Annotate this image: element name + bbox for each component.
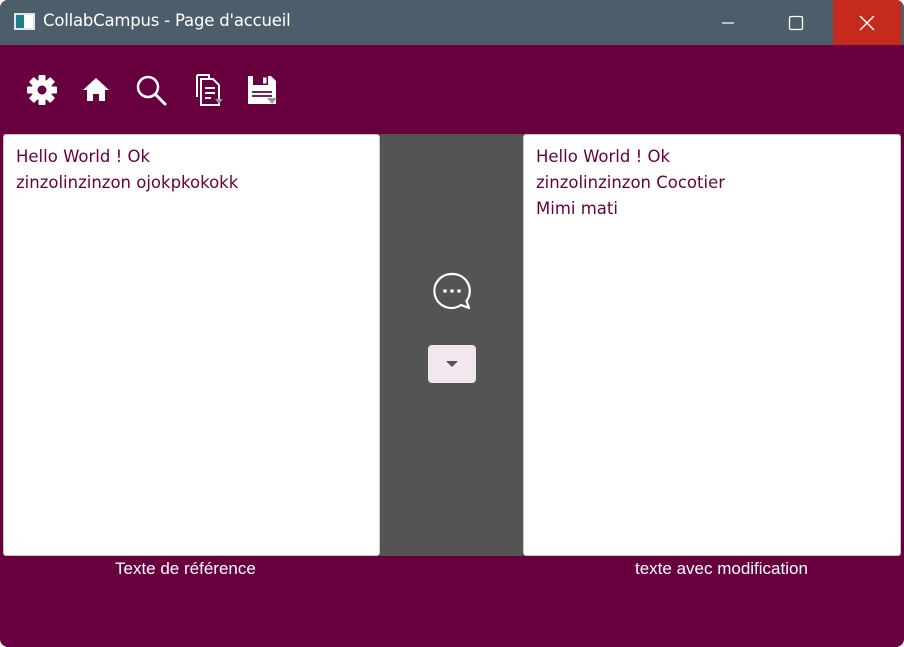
text-line: Hello World ! Ok <box>536 147 670 166</box>
window-title: CollabCampus - Page d'accueil <box>43 11 291 30</box>
settings-button[interactable] <box>24 72 60 108</box>
text-line: zinzolinzinzon ojokpkokokk <box>16 173 239 192</box>
maximize-button[interactable] <box>768 0 824 45</box>
close-button[interactable] <box>833 0 901 45</box>
maximize-icon <box>788 15 804 30</box>
text-line: Hello World ! Ok <box>16 147 150 166</box>
modified-text-panel[interactable]: Hello World ! Ok zinzolinzinzon Cocotier… <box>523 134 901 556</box>
home-icon <box>83 78 109 101</box>
app-window: CollabCampus - Page d'accueil Hello Worl… <box>0 0 904 647</box>
close-icon <box>859 15 875 30</box>
reference-text-panel[interactable]: Hello World ! Ok zinzolinzinzon ojokpkok… <box>3 134 380 556</box>
gear-icon <box>27 75 57 105</box>
minimize-icon <box>722 21 734 24</box>
modified-caption: texte avec modification <box>635 559 808 578</box>
options-dropdown-button[interactable] <box>428 345 476 383</box>
minimize-button[interactable] <box>700 0 756 45</box>
title-bar[interactable]: CollabCampus - Page d'accueil <box>0 0 904 45</box>
text-line: zinzolinzinzon Cocotier <box>536 173 726 192</box>
search-icon <box>136 75 167 106</box>
reference-caption: Texte de référence <box>115 559 256 578</box>
text-line: Mimi mati <box>536 199 618 218</box>
document-dropdown-icon <box>196 74 223 106</box>
save-icon <box>248 76 277 104</box>
save-button[interactable] <box>244 72 280 108</box>
caret-down-icon <box>446 361 458 367</box>
middle-column <box>380 134 523 556</box>
home-button[interactable] <box>78 72 114 108</box>
app-window-icon <box>14 13 35 30</box>
search-button[interactable] <box>133 72 169 108</box>
document-menu-button[interactable] <box>189 72 225 108</box>
chat-bubble-icon <box>433 272 471 310</box>
chat-button[interactable] <box>432 271 472 311</box>
toolbar <box>0 45 904 134</box>
